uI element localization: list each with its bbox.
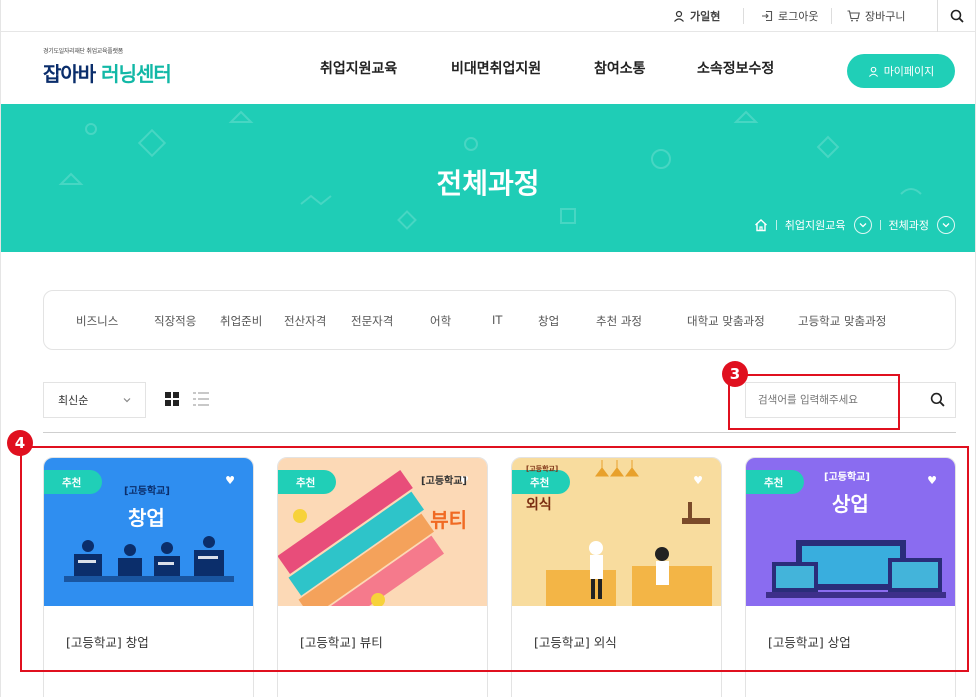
breadcrumb-divider [879, 220, 881, 230]
breadcrumb: 취업지원교육 전체과정 [754, 216, 955, 234]
mypage-button[interactable]: 마이페이지 [847, 54, 955, 88]
category-job-prep[interactable]: 취업준비 [220, 313, 262, 329]
annotation-marker-search: 3 [722, 361, 748, 387]
list-divider [43, 432, 956, 433]
grid-view-icon[interactable] [165, 392, 179, 406]
user-name: 가일현 [690, 10, 721, 23]
search-icon [930, 392, 945, 407]
logo-text-b: 러닝센터 [95, 62, 172, 86]
logout-icon [762, 10, 773, 22]
category-filter-bar: 비즈니스 직장적응 취업준비 전산자격 전문자격 어학 IT 창업 추천 과정 … [43, 290, 956, 350]
site-header: 경기도일자리재단 취업교육플랫폼 잡아바 러닝센터 취업지원교육 비대면취업지원… [1, 32, 975, 106]
search-submit-button[interactable] [930, 392, 945, 411]
category-it[interactable]: IT [492, 313, 502, 327]
page-title: 전체과정 [436, 167, 540, 200]
mypage-label: 마이페이지 [883, 65, 935, 78]
cart-icon [847, 10, 860, 22]
breadcrumb-item-current[interactable]: 전체과정 [889, 217, 929, 233]
nav-item-community[interactable]: 참여소통 [594, 58, 646, 78]
nav-item-employment-education[interactable]: 취업지원교육 [320, 58, 397, 78]
category-it-certificate[interactable]: 전산자격 [284, 313, 326, 329]
category-recommended[interactable]: 추천 과정 [596, 313, 642, 329]
home-icon[interactable] [754, 218, 768, 232]
user-profile-link[interactable]: 가일현 [673, 0, 720, 32]
cart-label: 장바구니 [865, 10, 906, 23]
logo-text: 잡아바 러닝센터 [43, 58, 172, 87]
util-divider [831, 8, 832, 24]
annotation-box-cards [20, 446, 969, 672]
category-professional-certificate[interactable]: 전문자격 [351, 313, 393, 329]
category-workplace-adaptation[interactable]: 직장적응 [154, 313, 196, 329]
page-hero-banner: 전체과정 취업지원교육 전체과정 [1, 104, 975, 252]
sort-select[interactable]: 최신순 [43, 382, 146, 418]
breadcrumb-item-category[interactable]: 취업지원교육 [785, 217, 846, 233]
chevron-down-icon [123, 398, 131, 403]
user-icon [674, 10, 684, 22]
annotation-box-search [728, 374, 900, 430]
logout-label: 로그아웃 [778, 10, 819, 23]
sort-value: 최신순 [58, 394, 89, 407]
breadcrumb-divider [775, 220, 777, 230]
nav-item-affiliation-edit[interactable]: 소속정보수정 [697, 58, 774, 78]
category-language[interactable]: 어학 [430, 313, 451, 329]
category-business[interactable]: 비즈니스 [76, 313, 118, 329]
nav-item-remote-support[interactable]: 비대면취업지원 [451, 58, 541, 78]
search-icon [950, 9, 964, 23]
chevron-down-icon[interactable] [853, 216, 872, 234]
util-search-button[interactable] [937, 0, 975, 32]
page: 가일현 로그아웃 장바구니 경기도일자리재단 취업교육플랫폼 잡아바 러닝센터 … [0, 0, 976, 697]
category-startup[interactable]: 창업 [538, 313, 559, 329]
logo-subtitle: 경기도일자리재단 취업교육플랫폼 [43, 48, 123, 55]
util-divider [743, 8, 744, 24]
category-university[interactable]: 대학교 맞춤과정 [687, 313, 765, 329]
annotation-marker-cards: 4 [7, 430, 33, 456]
logo-text-a: 잡아바 [43, 62, 96, 86]
site-logo[interactable]: 경기도일자리재단 취업교육플랫폼 잡아바 러닝센터 [43, 46, 172, 87]
utility-bar: 가일현 로그아웃 장바구니 [1, 0, 975, 32]
logout-link[interactable]: 로그아웃 [761, 0, 818, 32]
user-icon [868, 66, 878, 77]
list-view-icon[interactable] [193, 392, 209, 406]
chevron-down-icon[interactable] [937, 216, 955, 234]
category-high-school[interactable]: 고등학교 맞춤과정 [798, 313, 886, 329]
cart-link[interactable]: 장바구니 [847, 0, 905, 32]
